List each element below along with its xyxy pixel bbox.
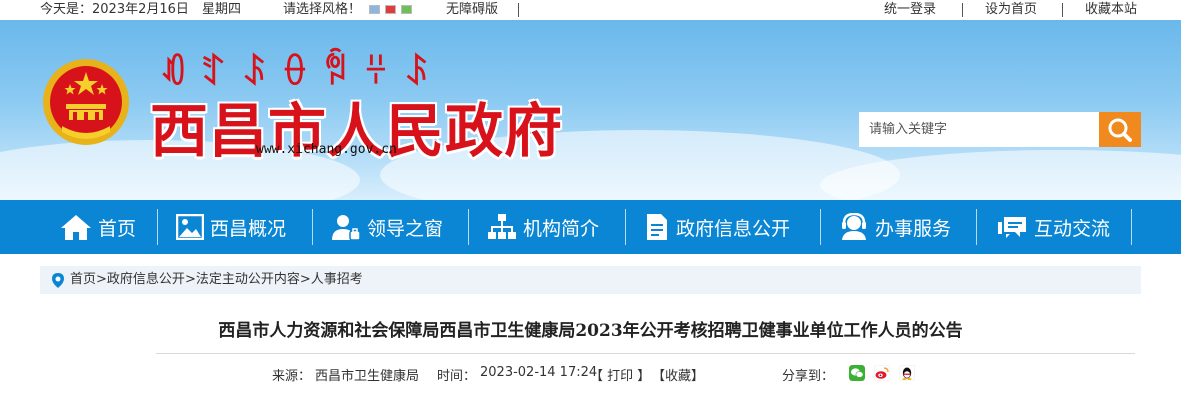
title-divider xyxy=(156,353,1135,354)
nav-divider xyxy=(820,209,821,245)
top-bar: 今天是：2023年2月16日 星期四 请选择风格！ 无障碍版 统一登录 设为首页… xyxy=(0,0,1181,20)
breadcrumb: 首页>政府信息公开>法定主动公开内容>人事招考 xyxy=(40,266,1141,294)
nav-item-home[interactable]: 首页 xyxy=(60,200,136,254)
nav-item-label: 首页 xyxy=(98,217,137,240)
breadcrumb-separator: > xyxy=(184,272,196,287)
divider xyxy=(962,3,963,17)
nav-item-label: 领导之窗 xyxy=(367,217,444,240)
breadcrumb-separator: > xyxy=(96,272,107,287)
search-button[interactable] xyxy=(1099,112,1141,147)
add-favorite-link[interactable]: 收藏本站 xyxy=(1085,0,1137,20)
divider xyxy=(1062,3,1063,17)
style-swatch-red[interactable] xyxy=(385,5,396,14)
breadcrumb-statutory-content[interactable]: 法定主动公开内容 xyxy=(196,272,300,287)
divider xyxy=(518,3,519,17)
nav-divider xyxy=(625,209,626,245)
collect-button[interactable]: 【收藏】 xyxy=(652,365,704,384)
current-date: 今天是：2023年2月16日 xyxy=(40,2,189,17)
nav-item-label: 互动交流 xyxy=(1034,217,1111,240)
nav-item-interaction[interactable]: 互动交流 xyxy=(996,200,1110,254)
breadcrumb-separator: > xyxy=(299,272,311,287)
qq-icon[interactable] xyxy=(899,365,915,381)
nav-item-organization[interactable]: 机构简介 xyxy=(487,200,599,254)
nav-item-overview[interactable]: 西昌概况 xyxy=(176,200,286,254)
breadcrumb-recruitment[interactable]: 人事招考 xyxy=(311,272,363,287)
publish-time: 2023-02-14 17:24 xyxy=(480,365,598,380)
set-home-link[interactable]: 设为首页 xyxy=(985,0,1037,20)
nav-divider xyxy=(1131,209,1132,245)
source-value: 西昌市卫生健康局 xyxy=(315,369,420,384)
source-label: 来源： xyxy=(272,369,312,384)
time-label: 时间： xyxy=(437,369,477,384)
nav-divider xyxy=(157,209,158,245)
nav-divider xyxy=(976,209,977,245)
org-chart-icon xyxy=(488,214,516,239)
picture-icon xyxy=(176,214,204,240)
unified-login-link[interactable]: 统一登录 xyxy=(884,0,936,20)
national-emblem-icon xyxy=(43,59,129,145)
search-icon xyxy=(1108,118,1132,142)
nav-divider xyxy=(312,209,313,245)
header-banner: ꀒꄸꌺꂷꅜꇭꌺ 西昌市人民政府 www.xichang.gov.cn xyxy=(0,20,1181,200)
current-weekday: 星期四 xyxy=(202,2,242,17)
main-nav: 首页 西昌概况 领导之窗 机构简介 政府信息公开 办事服务 互动交流 xyxy=(0,200,1181,254)
style-swatch-blue[interactable] xyxy=(369,5,380,14)
breadcrumb-gov-info[interactable]: 政府信息公开 xyxy=(107,272,185,287)
share-label: 分享到： xyxy=(782,369,835,384)
service-icon xyxy=(842,213,866,240)
accessible-version-link[interactable]: 无障碍版 xyxy=(446,0,498,20)
location-pin-icon xyxy=(52,273,64,288)
leader-icon xyxy=(332,215,361,241)
nav-item-leaders[interactable]: 领导之窗 xyxy=(331,200,443,254)
nav-item-label: 机构简介 xyxy=(523,217,600,240)
home-icon xyxy=(61,215,91,240)
chat-icon xyxy=(998,217,1026,238)
style-swatch-green[interactable] xyxy=(401,5,412,14)
article-title: 西昌市人力资源和社会保障局西昌市卫生健康局2023年公开考核招聘卫健事业单位工作… xyxy=(218,321,963,341)
nav-item-services[interactable]: 办事服务 xyxy=(839,200,951,254)
document-icon xyxy=(647,214,667,240)
search-input[interactable] xyxy=(859,112,1099,147)
nav-item-label: 西昌概况 xyxy=(210,217,287,240)
wechat-icon[interactable] xyxy=(849,365,865,381)
nav-item-label: 政府信息公开 xyxy=(676,217,791,240)
style-selector-label: 请选择风格！ xyxy=(283,2,362,17)
print-button[interactable]: 【 打印 】 xyxy=(590,365,650,384)
weibo-icon[interactable] xyxy=(874,365,890,381)
breadcrumb-home[interactable]: 首页 xyxy=(70,272,96,287)
nav-item-label: 办事服务 xyxy=(875,217,952,240)
nav-divider xyxy=(468,209,469,245)
nav-item-gov-info[interactable]: 政府信息公开 xyxy=(644,200,790,254)
site-url: www.xichang.gov.cn xyxy=(256,142,397,157)
